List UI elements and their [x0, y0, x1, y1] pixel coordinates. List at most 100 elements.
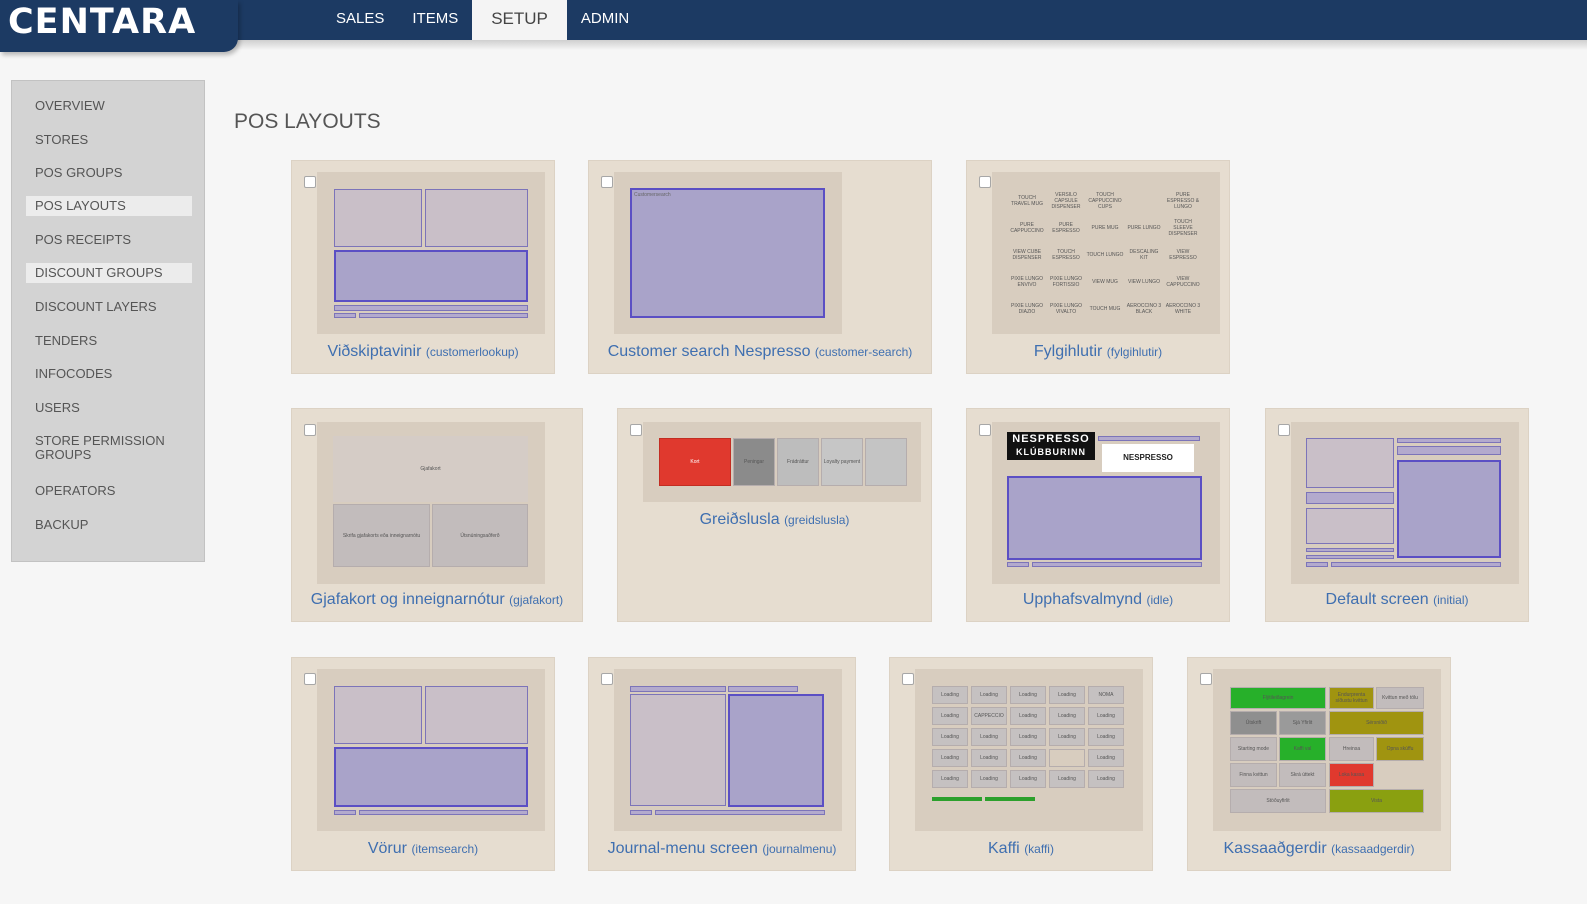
accessory-tile: VIEW LUNGO [1128, 278, 1160, 285]
layout-code: (customerlookup) [425, 345, 519, 359]
sidebar-item-pos-layouts[interactable]: POS LAYOUTS [26, 196, 192, 216]
accessory-tile: VIEW MUG [1092, 278, 1118, 285]
layout-card-kaffi[interactable]: Loading Loading Loading Loading NOMA Loading C… [889, 657, 1153, 871]
layout-name[interactable]: Upphafsvalmynd [1023, 591, 1142, 608]
accessory-tile: VIEW CAPPUCCINO [1166, 275, 1200, 288]
layout-name[interactable]: Vörur [368, 840, 407, 857]
accessory-tile: VERSILO CAPSULE DISPENSER [1051, 191, 1081, 210]
layout-code: (kaffi) [1024, 842, 1054, 856]
product-tile: Loading [932, 686, 968, 704]
layout-card-fylgihlutir[interactable]: TOUCH TRAVEL MUG VERSILO CAPSULE DISPENSE… [966, 160, 1230, 374]
select-checkbox[interactable] [979, 176, 991, 188]
product-tile: Loading [1088, 770, 1124, 788]
product-tile: Loading [1088, 728, 1124, 746]
product-tile: Loading [971, 686, 1007, 704]
select-checkbox[interactable] [1278, 424, 1290, 436]
nav-tab-setup[interactable]: SETUP [472, 0, 567, 40]
navbar-shadow [0, 40, 1587, 50]
sidebar-item-discount-layers[interactable]: DISCOUNT LAYERS [26, 297, 192, 317]
product-tile: Loading [932, 707, 968, 725]
accessory-tile: DESCALING KIT [1129, 248, 1159, 261]
payment-tile: Frádráttur [777, 438, 819, 486]
main-nav: SALES ITEMS SETUP ADMIN [322, 0, 643, 40]
nav-tab-items[interactable]: ITEMS [398, 0, 472, 40]
select-checkbox[interactable] [630, 424, 642, 436]
product-tile: Loading [971, 770, 1007, 788]
function-tile: Endurprenta síðustu kvittun [1329, 687, 1374, 709]
sidebar-item-store-permission-groups[interactable]: STORE PERMISSION GROUPS [26, 431, 176, 465]
accessory-tile: TOUCH SLEEVE DISPENSER [1168, 218, 1198, 237]
layout-name[interactable]: Fylgihlutir [1034, 343, 1102, 360]
centara-logo[interactable]: CENTARA [8, 2, 196, 42]
function-tile: Starting mode [1230, 737, 1277, 761]
product-tile: Loading [1010, 728, 1046, 746]
accessory-tile: PIXIE LUNGO ENVIVO [1011, 275, 1043, 288]
accessory-tile: TOUCH ESPRESSO [1052, 248, 1080, 261]
layout-preview: NESPRESSO KLÚBBURINN NESPRESSO [992, 422, 1220, 584]
nav-tab-admin[interactable]: ADMIN [567, 0, 643, 40]
top-navbar [0, 0, 1587, 40]
layout-name[interactable]: Greiðslusla [700, 511, 780, 528]
layout-card-idle[interactable]: NESPRESSO KLÚBBURINN NESPRESSO Upphafsval… [966, 408, 1230, 622]
layout-preview: Loading Loading Loading Loading NOMA Loading C… [915, 669, 1143, 831]
sidebar-item-stores[interactable]: STORES [26, 130, 192, 150]
layout-name[interactable]: Customer search Nespresso [608, 343, 811, 360]
sidebar-item-users[interactable]: USERS [26, 398, 192, 418]
layout-card-customer-search[interactable]: Customersearch Customer search Nespresso… [588, 160, 932, 374]
layout-card-customerlookup[interactable]: Viðskiptavinir (customerlookup) [291, 160, 555, 374]
layout-name[interactable]: Viðskiptavinir [327, 343, 421, 360]
accessory-tile: AEROCCINO 3 BLACK [1126, 302, 1162, 315]
select-checkbox[interactable] [601, 673, 613, 685]
layout-card-initial[interactable]: Default screen (initial) [1265, 408, 1529, 622]
layout-code: (initial) [1433, 593, 1469, 607]
layout-card-gjafakort[interactable]: Gjafakort Skrifa gjafakorts eða inneigna… [291, 408, 583, 622]
accessory-tile: TOUCH TRAVEL MUG [1011, 194, 1043, 207]
sidebar-item-pos-groups[interactable]: POS GROUPS [26, 163, 192, 183]
layout-name[interactable]: Gjafakort og inneignarnótur [311, 591, 505, 608]
layout-name[interactable]: Kassaaðgerdir [1224, 840, 1327, 857]
layout-code: (gjafakort) [509, 593, 564, 607]
layout-name[interactable]: Kaffi [988, 840, 1020, 857]
layout-card-kassaadgerdir[interactable]: Flýtileiðagrein Endurprenta síðustu kvitt… [1187, 657, 1451, 871]
sidebar-item-backup[interactable]: BACKUP [26, 515, 192, 535]
product-tile: Loading [1049, 686, 1085, 704]
layout-code: (customer-search) [814, 345, 913, 359]
sidebar-item-operators[interactable]: OPERATORS [26, 481, 192, 501]
select-checkbox[interactable] [304, 176, 316, 188]
layout-card-greidslusla[interactable]: Kort Peningar Frádráttur Loyalty payment… [617, 408, 932, 622]
accessory-tile: PIXIE LUNGO VIVALTO [1050, 302, 1082, 315]
product-tile: Loading [1049, 770, 1085, 788]
product-tile: Loading [1010, 707, 1046, 725]
gjafakort-tile: Skrifa gjafakorts eða inneignarnótu [333, 504, 430, 567]
accessory-tile: TOUCH CAPPUCCINO CUPS [1088, 191, 1122, 210]
nav-tab-sales[interactable]: SALES [322, 0, 398, 40]
product-tile [1049, 749, 1085, 767]
layout-name[interactable]: Default screen [1326, 591, 1429, 608]
product-tile: Loading [1088, 749, 1124, 767]
select-checkbox[interactable] [979, 424, 991, 436]
sidebar-item-infocodes[interactable]: INFOCODES [26, 364, 192, 384]
sidebar-item-tenders[interactable]: TENDERS [26, 331, 192, 351]
function-tile: Finna kvittun [1230, 763, 1277, 787]
sidebar-item-overview[interactable]: OVERVIEW [26, 96, 192, 116]
accessory-tile: PURE ESPRESSO & LUNGO [1166, 191, 1200, 210]
sidebar-item-discount-groups[interactable]: DISCOUNT GROUPS [26, 263, 192, 283]
function-tile: Loka kassa [1329, 763, 1374, 787]
function-tile: Hreinsa [1329, 737, 1374, 761]
layout-card-itemsearch[interactable]: Vörur (itemsearch) [291, 657, 555, 871]
select-checkbox[interactable] [1200, 673, 1212, 685]
function-tile: Sérsniðið [1329, 711, 1424, 735]
layout-name[interactable]: Journal-menu screen [608, 840, 758, 857]
sidebar-item-pos-receipts[interactable]: POS RECEIPTS [26, 230, 192, 250]
select-checkbox[interactable] [902, 673, 914, 685]
accessory-tile: TOUCH LUNGO [1086, 251, 1124, 258]
layout-card-journalmenu[interactable]: Journal-menu screen (journalmenu) [588, 657, 856, 871]
accessory-tile: TOUCH MUG [1089, 305, 1121, 312]
accessory-tile: PURE ESPRESSO [1052, 221, 1080, 234]
product-tile: Loading [971, 728, 1007, 746]
gjafakort-header: Gjafakort [333, 436, 528, 502]
select-checkbox[interactable] [304, 424, 316, 436]
select-checkbox[interactable] [601, 176, 613, 188]
select-checkbox[interactable] [304, 673, 316, 685]
product-tile: Loading [932, 770, 968, 788]
